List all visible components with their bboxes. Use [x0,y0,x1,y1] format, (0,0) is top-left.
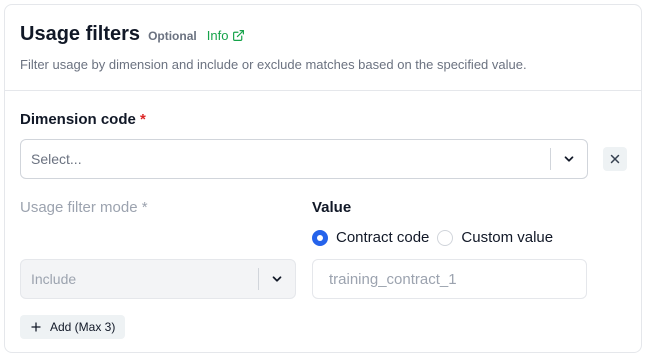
value-type-radio-group: Contract code Custom value [312,229,561,246]
chevron-down-icon[interactable] [551,152,587,166]
usage-filter-mode-select: Include [20,259,296,299]
value-label-text: Value [312,199,352,216]
usage-filter-mode-value: Include [31,271,77,287]
usage-filter-mode-label-text: Usage filter mode [20,199,138,216]
add-filter-button[interactable]: Add (Max 3) [20,315,126,339]
remove-filter-button[interactable] [603,147,627,171]
dimension-code-label-text: Dimension code [20,111,136,128]
value-label: Value [312,199,351,216]
dimension-code-label: Dimension code * [20,111,146,128]
info-link[interactable]: Info [207,28,246,43]
required-mark: * [140,111,146,128]
card-title: Usage filters [20,23,141,45]
dimension-code-select[interactable]: Select... [20,139,588,179]
radio-label: Custom value [461,229,554,246]
value-input-placeholder: training_contract_1 [329,270,457,288]
required-mark: * [141,199,148,216]
title-row: Usage filters Optional Info [20,23,245,46]
radio-button[interactable] [437,229,454,246]
external-link-icon [233,30,245,41]
add-filter-button-label: Add (Max 3) [50,320,116,334]
card-header: Usage filters Optional Info Filter usage… [5,5,641,91]
plus-icon [31,322,41,332]
info-link-label: Info [206,28,229,43]
close-icon [610,154,620,164]
radio-button-checked[interactable] [312,229,328,246]
usage-filters-card: Usage filters Optional Info Filter usage… [4,4,642,353]
radio-custom-value[interactable]: Custom value [437,229,553,246]
optional-badge: Optional [148,29,197,43]
card-description: Filter usage by dimension and include or… [20,57,527,72]
dimension-code-select-value: Select... [31,151,82,167]
radio-contract-code[interactable]: Contract code [312,229,429,246]
value-input[interactable]: training_contract_1 [312,259,587,299]
usage-filter-mode-label: Usage filter mode * [20,199,148,216]
radio-label: Contract code [336,229,430,246]
chevron-down-icon [259,272,295,286]
